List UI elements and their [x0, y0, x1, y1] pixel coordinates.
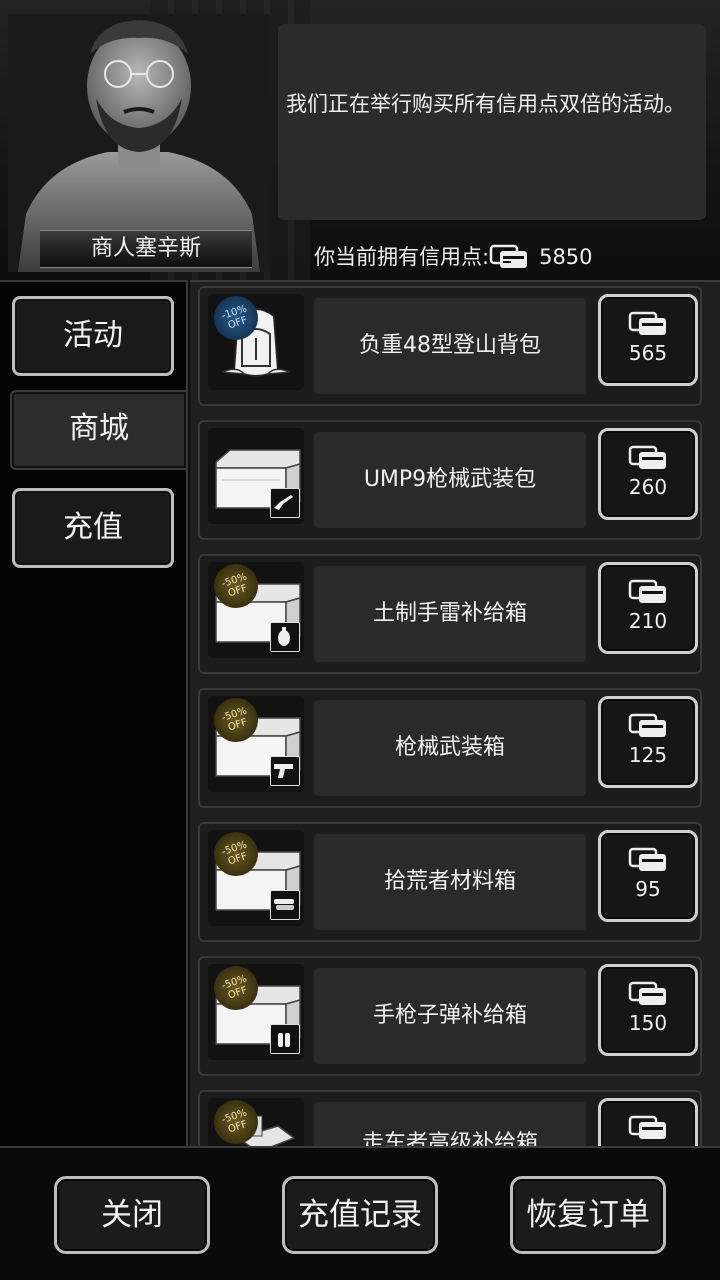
tab-shop[interactable]: 商城 [10, 390, 186, 470]
grenade-icon [270, 622, 300, 652]
credit-card-icon [628, 713, 666, 737]
item-name: 枪械武装箱 [314, 700, 586, 796]
restore-orders-button[interactable]: 恢复订单 [510, 1176, 666, 1254]
buy-button[interactable]: 260 [598, 428, 698, 520]
item-thumbnail: -50% OFF [208, 1098, 304, 1146]
item-name: 土制手雷补给箱 [314, 566, 586, 662]
item-thumbnail [208, 428, 304, 524]
shop-item: -50% OFF 拾荒者材料箱 95 [198, 822, 702, 942]
item-thumbnail: -50% OFF [208, 830, 304, 926]
buy-button[interactable] [598, 1098, 698, 1146]
item-thumbnail: -50% OFF [208, 562, 304, 658]
close-button[interactable]: 关闭 [54, 1176, 210, 1254]
credit-card-icon [628, 847, 666, 871]
item-name: 手枪子弹补给箱 [314, 968, 586, 1064]
item-thumbnail: -10% OFF [208, 294, 304, 390]
rifle-icon [270, 488, 300, 518]
item-name: 走车者高级补给箱 [314, 1102, 586, 1146]
item-price: 565 [628, 341, 668, 365]
item-name: 拾荒者材料箱 [314, 834, 586, 930]
materials-icon [270, 890, 300, 920]
item-price: 95 [635, 877, 661, 901]
buy-button[interactable]: 125 [598, 696, 698, 788]
shop-item-list[interactable]: -10% OFF 负重48型登山背包 565 UMP9枪械武装包 260 -50… [190, 280, 720, 1146]
speech-bubble: 我们正在举行购买所有信用点双倍的活动。 [278, 24, 706, 220]
pistol-icon [270, 756, 300, 786]
credit-card-icon [628, 1115, 666, 1139]
tab-activity[interactable]: 活动 [12, 296, 174, 376]
item-name: UMP9枪械武装包 [314, 432, 586, 528]
credit-card-icon [628, 311, 666, 335]
recharge-history-button[interactable]: 充值记录 [282, 1176, 438, 1254]
buy-button[interactable]: 95 [598, 830, 698, 922]
shop-item: -10% OFF 负重48型登山背包 565 [198, 286, 702, 406]
footer-bar: 关闭 充值记录 恢复订单 [0, 1146, 720, 1280]
credit-card-icon [628, 981, 666, 1005]
credit-card-icon [489, 244, 528, 268]
credits-display: 你当前拥有信用点: 5850 [314, 240, 593, 274]
item-thumbnail: -50% OFF [208, 696, 304, 792]
shop-item: -50% OFF 走车者高级补给箱 [198, 1090, 702, 1146]
shop-item: -50% OFF 土制手雷补给箱 210 [198, 554, 702, 674]
merchant-header: 商人塞辛斯 我们正在举行购买所有信用点双倍的活动。 你当前拥有信用点: 5850 [0, 0, 720, 280]
item-thumbnail: -50% OFF [208, 964, 304, 1060]
credits-label: 你当前拥有信用点: [314, 245, 490, 269]
item-name: 负重48型登山背包 [314, 298, 586, 394]
shop-item: -50% OFF 枪械武装箱 125 [198, 688, 702, 808]
item-price: 260 [628, 475, 668, 499]
credits-value: 5850 [539, 245, 593, 269]
buy-button[interactable]: 210 [598, 562, 698, 654]
category-sidebar: 活动 商城 充值 [0, 280, 188, 1146]
merchant-name: 商人塞辛斯 [40, 230, 252, 268]
tab-recharge[interactable]: 充值 [12, 488, 174, 568]
item-price: 125 [628, 743, 668, 767]
buy-button[interactable]: 150 [598, 964, 698, 1056]
ammo-icon [270, 1024, 300, 1054]
credit-card-icon [628, 445, 666, 469]
shop-item: -50% OFF 手枪子弹补给箱 150 [198, 956, 702, 1076]
item-price: 150 [628, 1011, 668, 1035]
credit-card-icon [628, 579, 666, 603]
item-price: 210 [628, 609, 668, 633]
shop-item: UMP9枪械武装包 260 [198, 420, 702, 540]
buy-button[interactable]: 565 [598, 294, 698, 386]
dialog-message: 我们正在举行购买所有信用点双倍的活动。 [286, 92, 685, 116]
